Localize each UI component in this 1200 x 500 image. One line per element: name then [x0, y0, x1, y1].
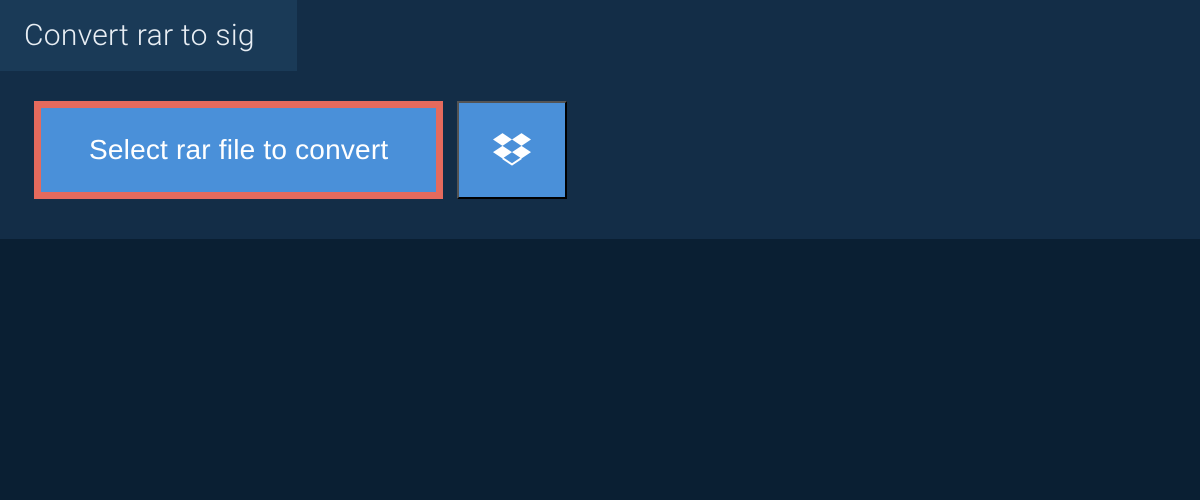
dropbox-button[interactable] [457, 101, 567, 199]
button-row: Select rar file to convert [0, 71, 1200, 199]
tab-active[interactable]: Convert rar to sig [0, 0, 297, 71]
dropbox-icon [493, 130, 531, 171]
tab-title: Convert rar to sig [24, 18, 255, 53]
converter-panel: Convert rar to sig Select rar file to co… [0, 0, 1200, 239]
select-file-button[interactable]: Select rar file to convert [34, 101, 443, 199]
select-file-label: Select rar file to convert [89, 134, 388, 165]
